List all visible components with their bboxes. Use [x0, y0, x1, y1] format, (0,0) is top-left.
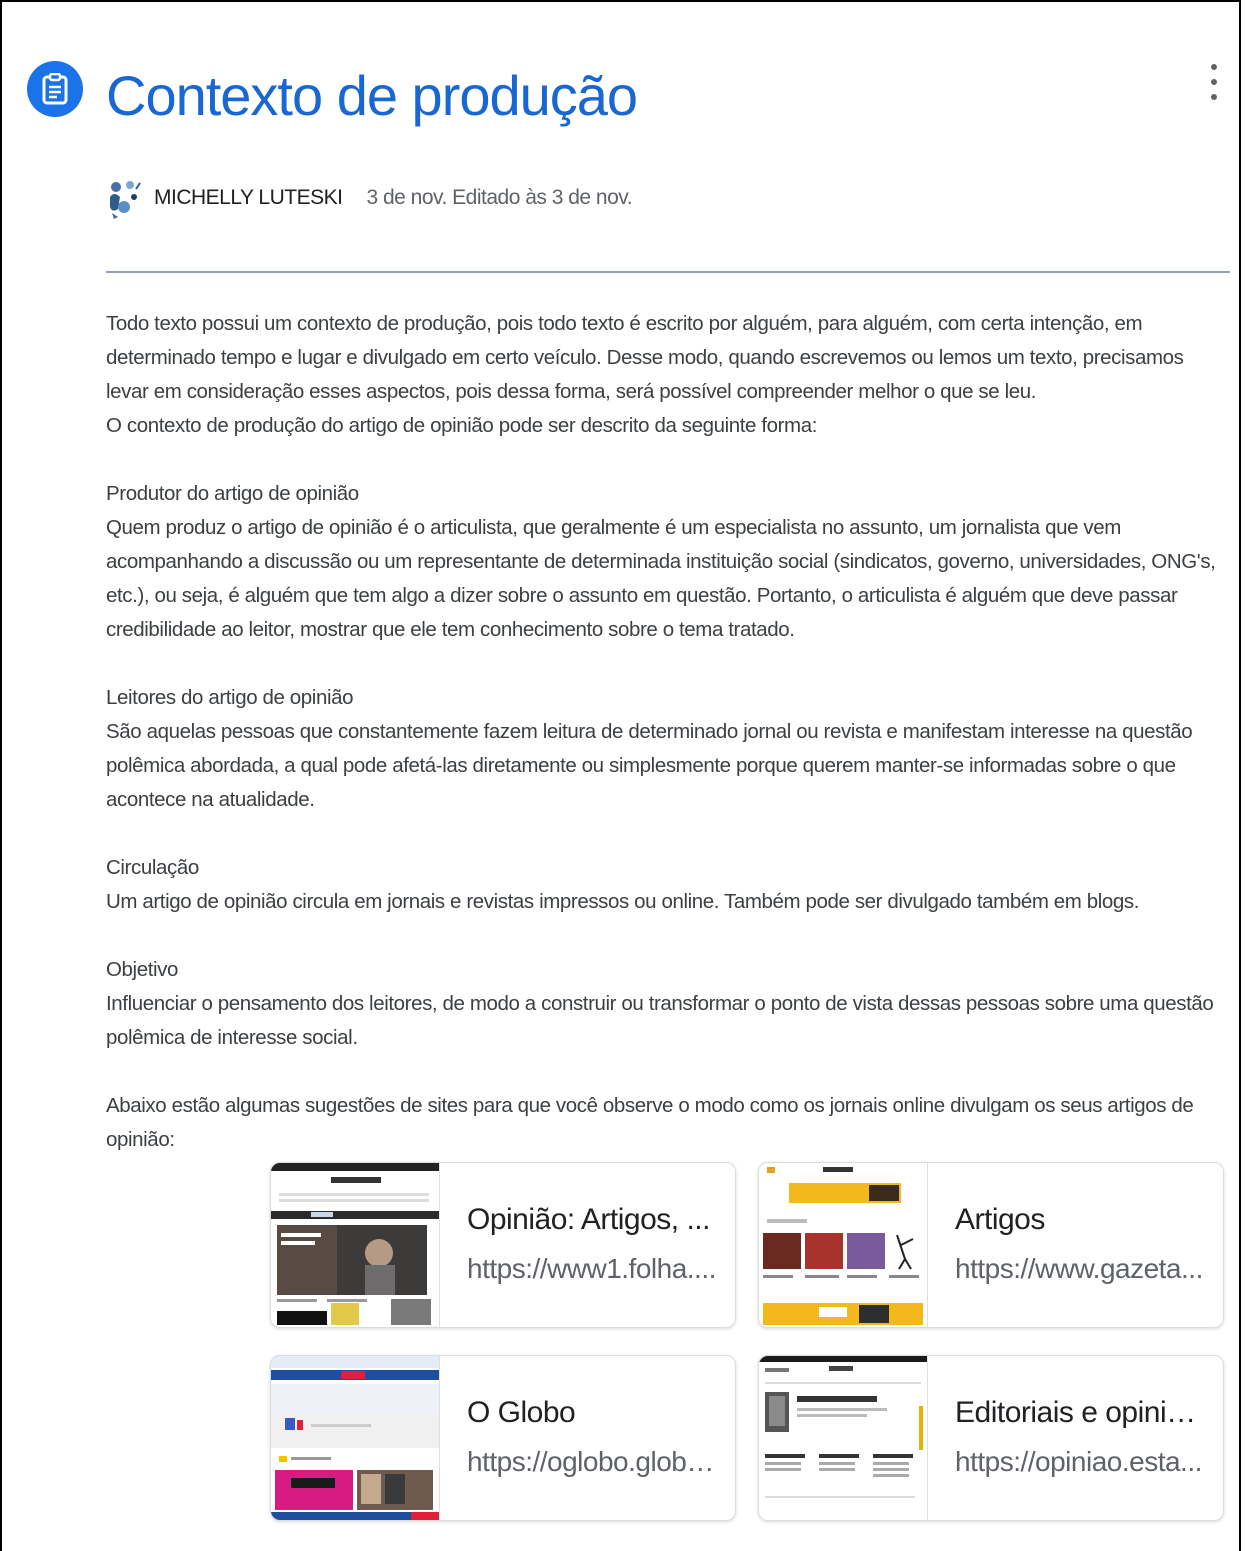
- section-text: Um artigo de opinião circula em jornais …: [106, 885, 1230, 919]
- section-heading: Circulação: [106, 851, 1230, 885]
- assignment-icon: [27, 61, 83, 117]
- section-text: Influenciar o pensamento dos leitores, d…: [106, 987, 1230, 1055]
- link-title: Editoriais e opiniã...: [955, 1396, 1205, 1430]
- section-text: São aquelas pessoas que constantemente f…: [106, 715, 1230, 817]
- avatar: [104, 177, 142, 219]
- link-card-folha[interactable]: Opinião: Artigos, ... https://www1.folha…: [270, 1162, 736, 1328]
- link-url: https://www1.folha....: [467, 1253, 717, 1285]
- link-card-oglobo[interactable]: O Globo https://oglobo.globo...: [270, 1355, 736, 1521]
- section-heading: Leitores do artigo de opinião: [106, 681, 1230, 715]
- link-attachments: Opinião: Artigos, ... https://www1.folha…: [270, 1162, 1225, 1532]
- intro-paragraph: Todo texto possui um contexto de produçã…: [106, 307, 1230, 409]
- more-options-icon[interactable]: [1200, 62, 1228, 102]
- link-thumbnail: [271, 1356, 440, 1521]
- post-body: Todo texto possui um contexto de produçã…: [106, 307, 1230, 1157]
- section-text: Quem produz o artigo de opinião é o arti…: [106, 511, 1230, 647]
- section-heading: Objetivo: [106, 953, 1230, 987]
- intro-paragraph: O contexto de produção do artigo de opin…: [106, 409, 1230, 443]
- link-url: https://opiniao.esta...: [955, 1446, 1205, 1478]
- link-title: Opinião: Artigos, ...: [467, 1203, 717, 1237]
- link-title: Artigos: [955, 1203, 1205, 1237]
- post-date: 3 de nov. Editado às 3 de nov.: [366, 186, 632, 210]
- page-title: Contexto de produção: [106, 56, 637, 136]
- link-thumbnail: [759, 1356, 928, 1521]
- section-heading: Produtor do artigo de opinião: [106, 477, 1230, 511]
- link-card-gazeta[interactable]: Artigos https://www.gazeta...: [758, 1162, 1224, 1328]
- link-url: https://www.gazeta...: [955, 1253, 1205, 1285]
- link-card-estadao[interactable]: Editoriais e opiniã... https://opiniao.e…: [758, 1355, 1224, 1521]
- divider: [106, 271, 1230, 273]
- closing-paragraph: Abaixo estão algumas sugestões de sites …: [106, 1089, 1230, 1157]
- author-name: MICHELLY LUTESKI: [154, 186, 342, 210]
- link-title: O Globo: [467, 1396, 717, 1430]
- link-thumbnail: [759, 1163, 928, 1328]
- link-url: https://oglobo.globo...: [467, 1446, 717, 1478]
- author-row: MICHELLY LUTESKI 3 de nov. Editado às 3 …: [104, 170, 632, 226]
- link-thumbnail: [271, 1163, 440, 1328]
